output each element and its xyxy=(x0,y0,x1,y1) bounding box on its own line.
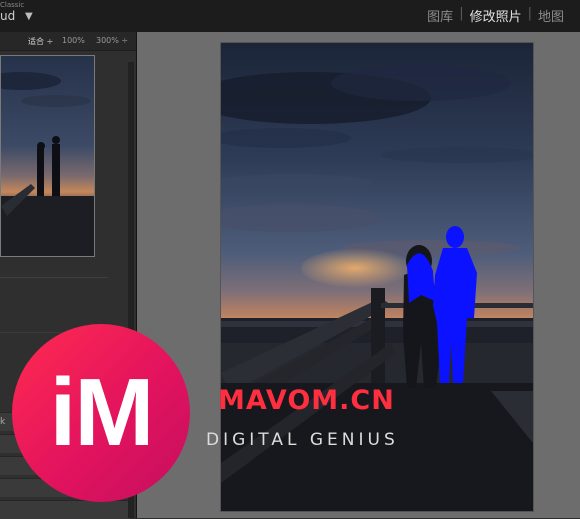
navigator-header: 适合 ÷ 100% 300% ÷ xyxy=(0,32,136,51)
identity-plate[interactable]: ud xyxy=(0,9,15,23)
zoom-fit-option[interactable]: 适合 ÷ xyxy=(28,36,53,47)
watermark-logo: iM xyxy=(12,324,190,502)
navigator-preview[interactable] xyxy=(0,55,95,257)
module-map[interactable]: 地图 xyxy=(532,6,570,25)
module-library[interactable]: 图库 xyxy=(421,6,459,25)
panel-divider xyxy=(0,277,108,278)
top-bar: Classic ud ▼ 图库 | 修改照片 | 地图 xyxy=(0,0,580,33)
watermark-title: MAVOM.CN xyxy=(218,385,395,416)
zoom-100-option[interactable]: 100% xyxy=(62,36,85,45)
app-edition-label: Classic xyxy=(0,1,25,9)
module-picker: 图库 | 修改照片 | 地图 xyxy=(421,6,570,25)
watermark-logo-text: iM xyxy=(49,359,155,466)
watermark-subtitle: DIGITAL GENIUS xyxy=(206,430,399,450)
left-panel-row[interactable] xyxy=(0,500,130,519)
zoom-300-option[interactable]: 300% ÷ xyxy=(96,36,128,45)
left-panel-row-label: k xyxy=(0,417,6,427)
navigator-thumbnail xyxy=(1,56,94,256)
chevron-down-icon[interactable]: ▼ xyxy=(25,11,33,22)
module-develop[interactable]: 修改照片 xyxy=(464,6,528,25)
